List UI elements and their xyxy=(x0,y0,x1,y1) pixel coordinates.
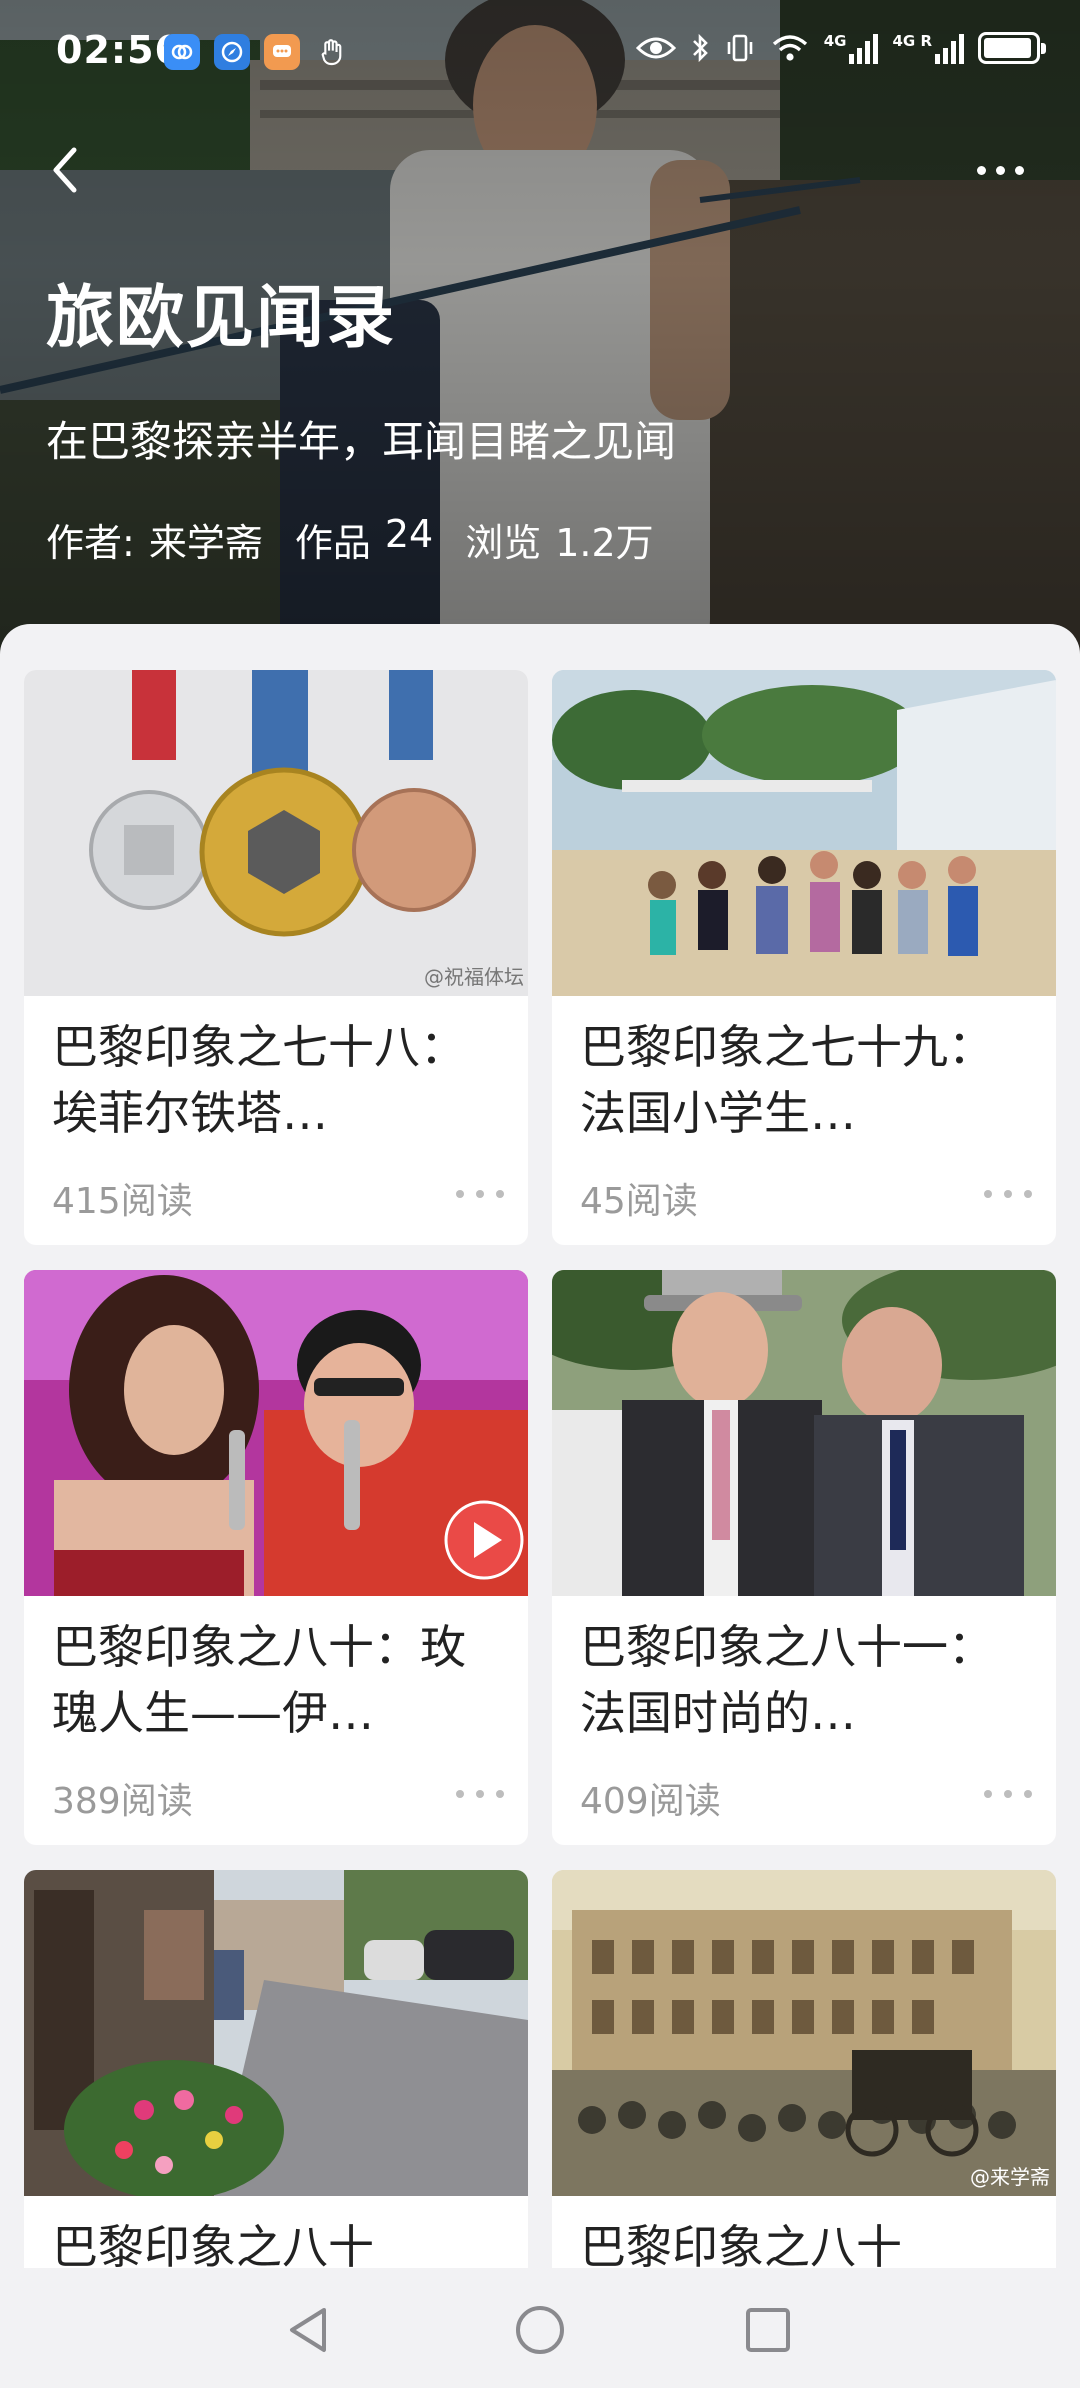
hand-gesture-icon xyxy=(314,34,350,70)
singers-duet-image xyxy=(24,1270,528,1596)
works-label: 作品 xyxy=(294,521,371,565)
cell-signal-icon: 4G xyxy=(824,32,879,64)
column-title: 旅欧见闻录 xyxy=(46,279,397,358)
article-list-sheet: @祝福体坛 巴黎印象之七十八：埃菲尔铁塔… 415阅读 巴黎印象之七十九：法国小… xyxy=(0,624,1080,2388)
article-more-button[interactable] xyxy=(434,1782,504,1806)
schoolchildren-group-image xyxy=(552,670,1056,996)
nav-home-button[interactable] xyxy=(510,2300,570,2360)
app-notification-icon xyxy=(164,34,200,70)
works-count-info: 作品 24 xyxy=(295,512,433,567)
system-navigation-bar xyxy=(0,2268,1080,2388)
article-thumbnail: @来学斋 xyxy=(552,1870,1056,2196)
more-dots-icon xyxy=(976,165,986,175)
back-button[interactable] xyxy=(36,140,96,200)
two-men-suits-image xyxy=(552,1270,1056,1596)
chevron-left-icon xyxy=(53,147,77,193)
column-subtitle: 在巴黎探亲半年，耳闻目睹之见闻 xyxy=(46,417,677,466)
article-thumbnail xyxy=(552,1270,1056,1596)
wifi-icon xyxy=(772,35,807,61)
top-nav xyxy=(0,130,1080,210)
historic-painting-image xyxy=(552,1870,1056,2196)
vibrate-icon xyxy=(727,34,753,62)
article-card[interactable]: 巴黎印象之八十：玫瑰人生——伊… 389阅读 xyxy=(24,1270,528,1845)
status-system-icons: 4G 4G R xyxy=(635,32,1046,64)
article-thumbnail: @祝福体坛 xyxy=(24,670,528,996)
article-title: 巴黎印象之八十：玫瑰人生——伊… xyxy=(52,1620,466,1740)
message-app-icon xyxy=(264,34,300,70)
network-type-1: 4G xyxy=(823,32,847,50)
author-name: 来学斋 xyxy=(148,521,263,565)
image-watermark: @来学斋 xyxy=(970,2165,1050,2189)
status-notification-icons xyxy=(164,34,350,70)
cell-signal-icon: 4G R xyxy=(892,32,964,64)
eye-icon xyxy=(635,37,676,59)
battery-icon xyxy=(978,32,1046,64)
compass-app-icon xyxy=(214,34,250,70)
more-options-button[interactable] xyxy=(960,148,1040,192)
author-info[interactable]: 作者: 来学斋 xyxy=(46,512,263,567)
article-thumbnail xyxy=(552,670,1056,996)
article-more-button[interactable] xyxy=(962,1782,1032,1806)
nav-recents-button[interactable] xyxy=(738,2300,798,2360)
nav-back-button[interactable] xyxy=(278,2300,338,2360)
network-type-2: 4G R xyxy=(892,32,932,50)
image-watermark: @祝福体坛 xyxy=(424,965,524,989)
article-title: 巴黎印象之七十八：埃菲尔铁塔… xyxy=(52,1020,466,1140)
works-count: 24 xyxy=(384,512,434,556)
article-card[interactable]: 巴黎印象之七十九：法国小学生… 45阅读 xyxy=(552,670,1056,1245)
article-thumbnail xyxy=(24,1270,528,1596)
article-read-count: 45阅读 xyxy=(580,1181,698,1222)
article-more-button[interactable] xyxy=(434,1182,504,1206)
author-label: 作者: xyxy=(46,521,135,565)
article-more-button[interactable] xyxy=(962,1182,1032,1206)
circle-home-icon xyxy=(516,2306,564,2354)
column-meta: 作者: 来学斋 作品 24 浏览 1.2万 xyxy=(46,512,654,567)
olympic-medals-image xyxy=(24,670,528,996)
battery-level xyxy=(984,38,1032,58)
article-card[interactable]: @祝福体坛 巴黎印象之七十八：埃菲尔铁塔… 415阅读 xyxy=(24,670,528,1245)
views-count-info: 浏览 1.2万 xyxy=(465,512,653,567)
views-count: 1.2万 xyxy=(555,521,654,565)
bluetooth-icon xyxy=(692,33,708,63)
triangle-back-icon xyxy=(290,2308,326,2352)
article-card[interactable]: 巴黎印象之八十一：法国时尚的… 409阅读 xyxy=(552,1270,1056,1845)
article-title: 巴黎印象之七十九：法国小学生… xyxy=(580,1020,994,1140)
article-read-count: 409阅读 xyxy=(580,1781,721,1822)
village-street-image xyxy=(24,1870,528,2196)
column-header: 02:56 4G 4G R 旅欧见闻录 在巴黎探亲半年，耳闻目睹之见闻 作者: … xyxy=(0,0,1080,660)
article-thumbnail xyxy=(24,1870,528,2196)
square-recents-icon xyxy=(746,2308,790,2352)
article-title: 巴黎印象之八十一：法国时尚的… xyxy=(580,1620,994,1740)
article-read-count: 415阅读 xyxy=(52,1181,193,1222)
views-label: 浏览 xyxy=(465,521,542,565)
status-bar: 02:56 4G 4G R xyxy=(0,0,1080,104)
article-read-count: 389阅读 xyxy=(52,1781,193,1822)
